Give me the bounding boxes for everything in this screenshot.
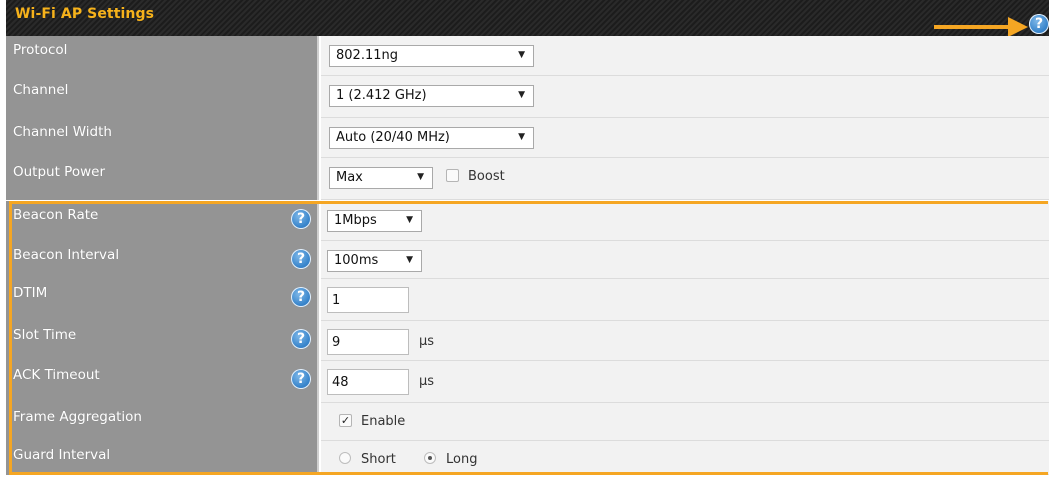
beacon-interval-select[interactable]: 100ms ▼ bbox=[327, 250, 422, 272]
row-output-power: Output Power Max ▼ Boost bbox=[6, 158, 1049, 200]
protocol-label: Protocol bbox=[6, 36, 319, 76]
protocol-select[interactable]: 802.11ng ▼ bbox=[329, 45, 534, 67]
row-frame-aggregation: Frame Aggregation ✓ Enable bbox=[6, 403, 1049, 441]
slot-time-unit: μs bbox=[419, 334, 435, 349]
ack-timeout-unit: μs bbox=[419, 374, 435, 389]
help-icon[interactable]: ? bbox=[291, 287, 311, 307]
slot-time-label: Slot Time bbox=[6, 321, 319, 361]
row-slot-time: Slot Time ? 9 μs bbox=[6, 321, 1049, 361]
wifi-ap-settings-panel: Wi-Fi AP Settings ? Protocol 802.11ng ▼ … bbox=[6, 0, 1049, 477]
slot-time-input[interactable]: 9 bbox=[327, 329, 409, 355]
boost-checkbox[interactable] bbox=[446, 169, 459, 182]
guard-interval-short-radio[interactable] bbox=[339, 452, 351, 464]
guard-interval-long-radio[interactable] bbox=[424, 452, 436, 464]
row-channel-width: Channel Width Auto (20/40 MHz) ▼ bbox=[6, 118, 1049, 158]
frame-aggregation-enable-label: Enable bbox=[361, 414, 406, 429]
chevron-down-icon: ▼ bbox=[518, 132, 525, 142]
chevron-down-icon: ▼ bbox=[417, 172, 424, 182]
beacon-interval-label: Beacon Interval bbox=[6, 241, 319, 279]
output-power-select[interactable]: Max ▼ bbox=[329, 167, 433, 189]
panel-header: Wi-Fi AP Settings ? bbox=[6, 0, 1049, 36]
chevron-down-icon: ▼ bbox=[518, 50, 525, 60]
panel-title: Wi-Fi AP Settings bbox=[15, 6, 155, 22]
help-icon[interactable]: ? bbox=[291, 369, 311, 389]
row-ack-timeout: ACK Timeout ? 48 μs bbox=[6, 361, 1049, 403]
row-protocol: Protocol 802.11ng ▼ bbox=[6, 36, 1049, 76]
row-beacon-interval: Beacon Interval ? 100ms ▼ bbox=[6, 241, 1049, 279]
chevron-down-icon: ▼ bbox=[518, 90, 525, 100]
dtim-label: DTIM bbox=[6, 279, 319, 321]
guard-interval-label: Guard Interval bbox=[6, 441, 319, 475]
channel-label: Channel bbox=[6, 76, 319, 118]
chevron-down-icon: ▼ bbox=[406, 215, 413, 225]
frame-aggregation-label: Frame Aggregation bbox=[6, 403, 319, 441]
guard-interval-short-label: Short bbox=[361, 452, 396, 467]
chevron-down-icon: ▼ bbox=[406, 255, 413, 265]
beacon-rate-label: Beacon Rate bbox=[6, 201, 319, 241]
row-beacon-rate: Beacon Rate ? 1Mbps ▼ bbox=[6, 201, 1049, 241]
ack-timeout-label: ACK Timeout bbox=[6, 361, 319, 403]
guard-interval-long-label: Long bbox=[446, 452, 478, 467]
help-icon[interactable]: ? bbox=[291, 209, 311, 229]
help-icon[interactable]: ? bbox=[1029, 14, 1049, 34]
boost-label: Boost bbox=[468, 169, 505, 184]
output-power-label: Output Power bbox=[6, 158, 319, 200]
channel-width-select[interactable]: Auto (20/40 MHz) ▼ bbox=[329, 127, 534, 149]
help-icon[interactable]: ? bbox=[291, 249, 311, 269]
arrow-icon bbox=[934, 17, 1028, 36]
channel-select[interactable]: 1 (2.412 GHz) ▼ bbox=[329, 85, 534, 107]
frame-aggregation-checkbox[interactable]: ✓ bbox=[339, 414, 352, 427]
beacon-rate-select[interactable]: 1Mbps ▼ bbox=[327, 210, 422, 232]
ack-timeout-input[interactable]: 48 bbox=[327, 369, 409, 395]
help-icon[interactable]: ? bbox=[291, 329, 311, 349]
row-guard-interval: Guard Interval Short Long bbox=[6, 441, 1049, 475]
channel-width-label: Channel Width bbox=[6, 118, 319, 158]
row-dtim: DTIM ? 1 bbox=[6, 279, 1049, 321]
dtim-input[interactable]: 1 bbox=[327, 287, 409, 313]
row-channel: Channel 1 (2.412 GHz) ▼ bbox=[6, 76, 1049, 118]
